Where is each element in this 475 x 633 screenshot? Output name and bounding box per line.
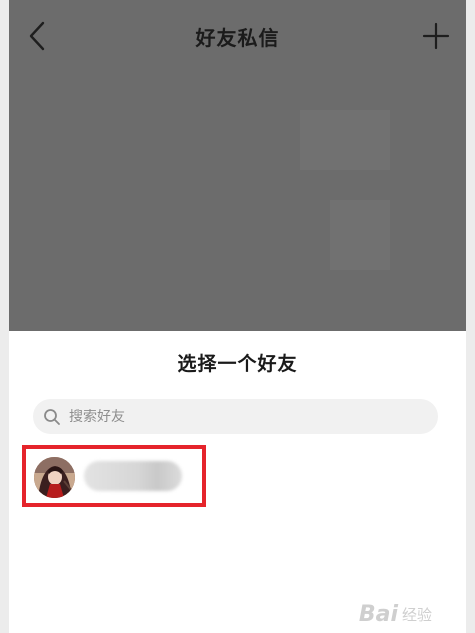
anime-avatar-image	[34, 457, 75, 498]
watermark: Bai 经验	[359, 602, 432, 627]
search-box[interactable]	[33, 399, 438, 434]
watermark-text: 经验	[401, 606, 432, 624]
friend-picker-sheet: 选择一个好友 Bai	[9, 331, 466, 633]
avatar	[34, 457, 75, 498]
screen: 好友私信 选择一个好友 搜索好友 Bai 经验	[0, 0, 475, 633]
watermark-logo: Bai	[358, 602, 398, 627]
add-button[interactable]	[422, 22, 450, 50]
left-margin	[0, 0, 9, 633]
page-title: 好友私信	[195, 26, 280, 50]
friend-list-item[interactable]	[22, 445, 206, 507]
nav-bar: 好友私信	[9, 0, 466, 74]
search-input[interactable]	[69, 408, 438, 425]
friend-name	[84, 461, 182, 491]
plus-icon	[422, 22, 450, 50]
ghost-block	[300, 110, 390, 170]
search-icon	[44, 408, 60, 425]
right-margin	[466, 0, 475, 633]
sheet-title: 选择一个好友	[177, 353, 298, 375]
ghost-block	[330, 200, 390, 270]
